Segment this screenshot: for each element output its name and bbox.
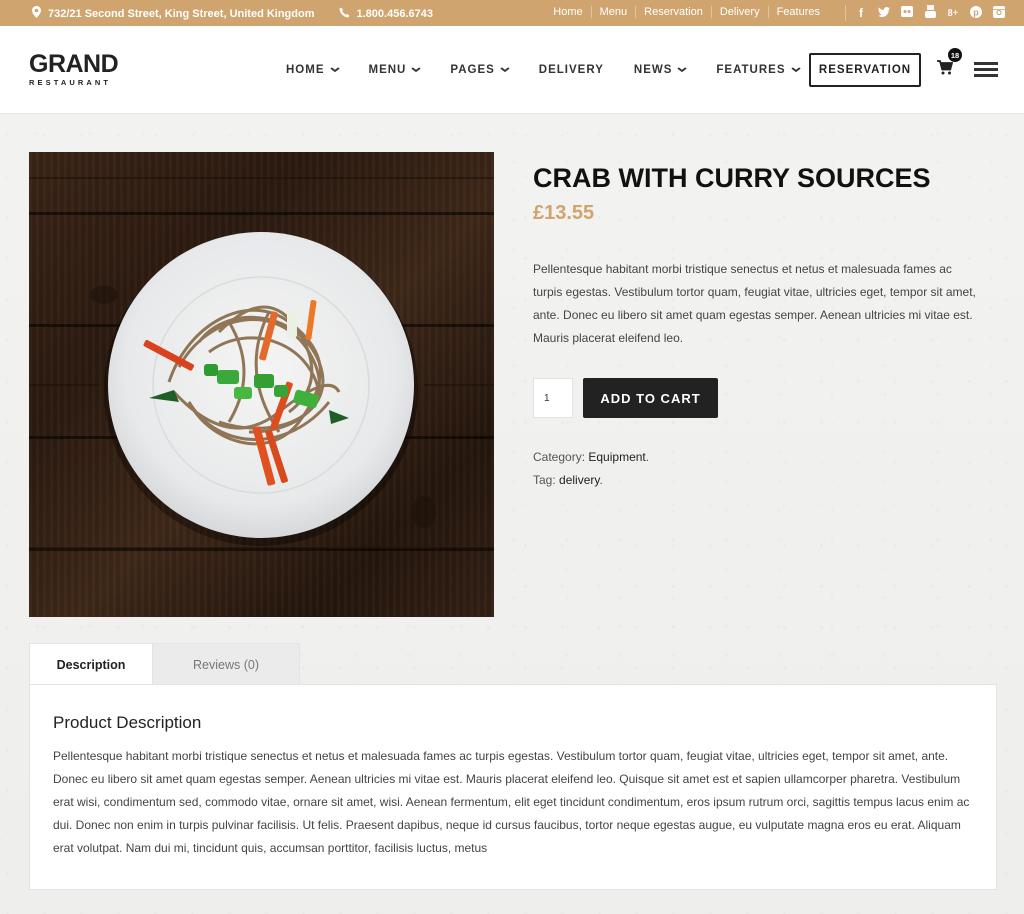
social-links: f 8+ p <box>845 5 1006 21</box>
chevron-down-icon <box>500 65 510 75</box>
product-category: Category: Equipment. <box>533 450 650 464</box>
product-tag: Tag: delivery. <box>533 473 603 487</box>
address-text: 732/21 Second Street, King Street, Unite… <box>48 7 315 20</box>
toplink-delivery[interactable]: Delivery <box>710 6 768 18</box>
product-price: £13.55 <box>533 202 595 224</box>
category-link[interactable]: Equipment <box>588 450 645 464</box>
pinterest-icon[interactable]: p <box>969 5 983 21</box>
nav-item-menu[interactable]: MENU <box>368 64 422 76</box>
product-meta: Category: Equipment. Tag: delivery. <box>533 446 649 492</box>
tab-description[interactable]: Description <box>29 643 153 685</box>
quantity-input[interactable] <box>533 378 573 418</box>
product-short-description: Pellentesque habitant morbi tristique se… <box>533 262 976 345</box>
site-header: GRAND RESTAURANT HOME MENU PAGES DELIVER… <box>0 26 1024 114</box>
chevron-down-icon <box>411 65 422 75</box>
logo-sub-text: RESTAURANT <box>29 78 112 87</box>
nav-item-pages[interactable]: PAGES <box>450 64 510 76</box>
nav-item-delivery[interactable]: DELIVERY <box>539 64 604 76</box>
top-bar: 732/21 Second Street, King Street, Unite… <box>0 0 1024 26</box>
panel-heading: Product Description <box>53 713 202 732</box>
flickr-icon[interactable] <box>900 6 914 20</box>
product-summary: CRAB WITH CURRY SOURCES £13.55 Pellentes… <box>533 160 983 487</box>
tag-link[interactable]: delivery <box>559 473 599 487</box>
nav-label: FEATURES <box>716 64 786 76</box>
toplink-home[interactable]: Home <box>545 6 590 18</box>
hamburger-menu-icon[interactable] <box>974 62 998 77</box>
twitter-icon[interactable] <box>877 6 891 20</box>
toplink-reservation[interactable]: Reservation <box>635 6 711 18</box>
google-plus-icon[interactable]: 8+ <box>946 8 960 19</box>
nav-label: DELIVERY <box>538 64 604 76</box>
chevron-down-icon <box>329 65 340 75</box>
cart-count-badge: 18 <box>948 48 962 62</box>
toplink-menu[interactable]: Menu <box>590 6 636 18</box>
top-links: Home Menu Reservation Delivery Features <box>545 6 828 18</box>
instagram-icon[interactable] <box>992 5 1006 21</box>
contact-info: 732/21 Second Street, King Street, Unite… <box>30 6 433 21</box>
logo-main-text: GRAND <box>29 50 119 78</box>
dish-illustration <box>29 177 494 549</box>
reservation-button[interactable]: RESERVATION <box>809 53 921 87</box>
phone-icon <box>339 7 351 21</box>
nav-label: NEWS <box>633 64 673 76</box>
add-to-cart-form: ADD TO CART <box>533 378 718 418</box>
chevron-down-icon <box>677 65 688 75</box>
cart-icon[interactable] <box>937 60 957 80</box>
product-tabs: Description Reviews (0) <box>29 643 300 685</box>
nav-label: HOME <box>286 64 325 76</box>
main-nav: HOME MENU PAGES DELIVERY NEWS FEATURES <box>286 64 830 76</box>
nav-item-features[interactable]: FEATURES <box>716 64 801 76</box>
chevron-down-icon <box>790 65 801 75</box>
tab-reviews[interactable]: Reviews (0) <box>153 643 300 685</box>
nav-label: MENU <box>368 64 407 76</box>
phone-text[interactable]: 1.800.456.6743 <box>357 8 433 20</box>
product-title: CRAB WITH CURRY SOURCES <box>533 163 931 193</box>
nav-item-home[interactable]: HOME <box>286 64 340 76</box>
logo[interactable]: GRAND RESTAURANT <box>29 50 119 88</box>
nav-item-news[interactable]: NEWS <box>633 64 688 76</box>
svg-text:p: p <box>973 7 979 17</box>
nav-label: PAGES <box>450 64 495 76</box>
tag-label: Tag: <box>533 473 556 487</box>
description-panel: Product Description Pellentesque habitan… <box>29 684 997 890</box>
category-label: Category: <box>533 450 586 464</box>
add-to-cart-button[interactable]: ADD TO CART <box>583 378 718 418</box>
product-image[interactable] <box>29 152 494 617</box>
toplink-features[interactable]: Features <box>767 6 828 18</box>
youtube-icon[interactable] <box>923 5 937 21</box>
facebook-icon[interactable]: f <box>854 6 868 20</box>
panel-body: Pellentesque habitant morbi tristique se… <box>53 749 970 855</box>
map-marker-icon <box>30 6 42 21</box>
